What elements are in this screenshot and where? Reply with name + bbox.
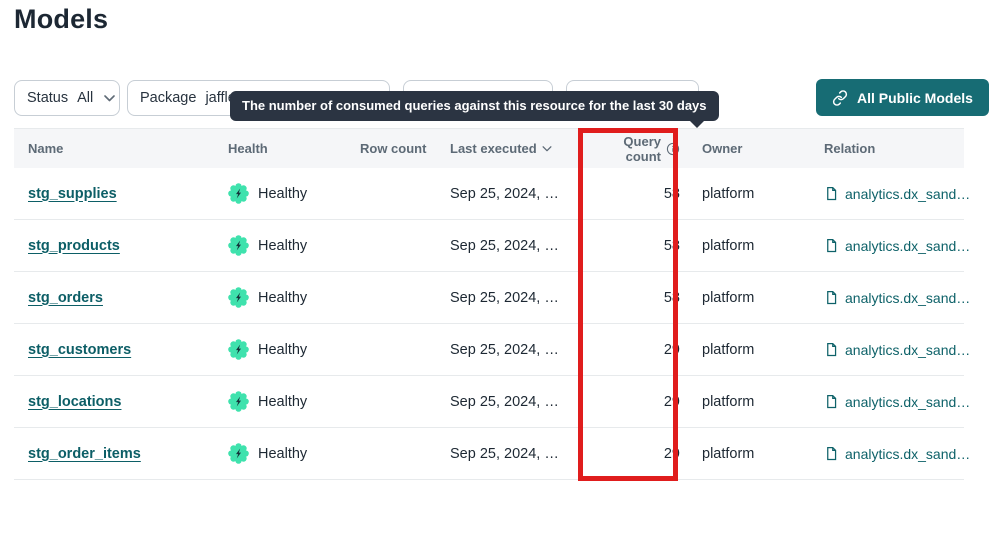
owner-cell: platform (692, 342, 814, 358)
last-executed-cell: Sep 25, 2024, … (450, 290, 559, 306)
document-icon (824, 394, 839, 409)
health-cell: Healthy (228, 287, 358, 308)
document-icon (824, 186, 839, 201)
health-cell: Healthy (228, 183, 358, 204)
query-count-cell: 29 (592, 342, 692, 358)
document-icon (824, 446, 839, 461)
relation-link[interactable]: analytics.dx_sand… (824, 394, 970, 410)
relation-link[interactable]: analytics.dx_sand… (824, 446, 970, 462)
query-count-cell: 58 (592, 290, 692, 306)
header-relation: Relation (814, 141, 964, 156)
table-row: stg_order_items Healthy Sep 25, 2024, … … (14, 428, 964, 480)
all-public-models-button[interactable]: All Public Models (816, 79, 989, 116)
health-label: Healthy (258, 342, 307, 358)
health-label: Healthy (258, 290, 307, 306)
tooltip-arrow (689, 120, 705, 128)
relation-link[interactable]: analytics.dx_sand… (824, 238, 970, 254)
relation-link[interactable]: analytics.dx_sand… (824, 290, 970, 306)
tooltip-text: The number of consumed queries against t… (242, 98, 707, 113)
health-badge-icon (228, 287, 249, 308)
health-label: Healthy (258, 446, 307, 462)
header-health: Health (228, 141, 358, 156)
health-badge-icon (228, 391, 249, 412)
table-header-row: Name Health Row count Last executed Quer… (14, 128, 964, 168)
last-executed-cell: Sep 25, 2024, … (450, 446, 559, 462)
table-row: stg_products Healthy Sep 25, 2024, … 58 … (14, 220, 964, 272)
document-icon (824, 238, 839, 253)
query-count-cell: 58 (592, 186, 692, 202)
last-executed-cell: Sep 25, 2024, … (450, 186, 559, 202)
model-link[interactable]: stg_customers (28, 342, 131, 358)
package-filter-label: Package (140, 90, 196, 106)
table-row: stg_orders Healthy Sep 25, 2024, … 58 pl… (14, 272, 964, 324)
owner-cell: platform (692, 186, 814, 202)
model-link[interactable]: stg_locations (28, 394, 121, 410)
health-label: Healthy (258, 238, 307, 254)
models-page: Models Status All Package jaffle_ All Pu… (0, 0, 989, 536)
health-label: Healthy (258, 186, 307, 202)
health-cell: Healthy (228, 391, 358, 412)
model-link[interactable]: stg_supplies (28, 186, 117, 202)
relation-link[interactable]: analytics.dx_sand… (824, 186, 970, 202)
query-count-cell: 58 (592, 238, 692, 254)
query-count-tooltip: The number of consumed queries against t… (230, 91, 719, 121)
model-link[interactable]: stg_order_items (28, 446, 141, 462)
all-public-models-label: All Public Models (857, 90, 973, 106)
owner-cell: platform (692, 394, 814, 410)
last-executed-cell: Sep 25, 2024, … (450, 394, 559, 410)
model-link[interactable]: stg_products (28, 238, 120, 254)
table-row: stg_customers Healthy Sep 25, 2024, … 29… (14, 324, 964, 376)
query-count-cell: 29 (592, 446, 692, 462)
header-last-executed[interactable]: Last executed (448, 141, 592, 156)
owner-cell: platform (692, 238, 814, 254)
document-icon (824, 290, 839, 305)
model-link[interactable]: stg_orders (28, 290, 103, 306)
info-icon[interactable] (666, 142, 680, 156)
health-cell: Healthy (228, 339, 358, 360)
health-badge-icon (228, 235, 249, 256)
header-row-count: Row count (358, 141, 448, 156)
health-cell: Healthy (228, 235, 358, 256)
status-filter-label: Status (27, 90, 68, 106)
relation-link[interactable]: analytics.dx_sand… (824, 342, 970, 358)
health-badge-icon (228, 443, 249, 464)
health-cell: Healthy (228, 443, 358, 464)
status-filter-value: All (77, 90, 93, 106)
health-label: Healthy (258, 394, 307, 410)
header-owner: Owner (692, 141, 814, 156)
header-query-count[interactable]: Query count (592, 134, 692, 164)
table-row: stg_locations Healthy Sep 25, 2024, … 29… (14, 376, 964, 428)
owner-cell: platform (692, 446, 814, 462)
sort-chevron-down-icon (542, 146, 552, 152)
owner-cell: platform (692, 290, 814, 306)
document-icon (824, 342, 839, 357)
last-executed-cell: Sep 25, 2024, … (450, 342, 559, 358)
health-badge-icon (228, 183, 249, 204)
chevron-down-icon (104, 95, 115, 102)
last-executed-cell: Sep 25, 2024, … (450, 238, 559, 254)
models-table: Name Health Row count Last executed Quer… (14, 128, 964, 480)
link-chain-icon (832, 90, 848, 106)
health-badge-icon (228, 339, 249, 360)
table-row: stg_supplies Healthy Sep 25, 2024, … 58 … (14, 168, 964, 220)
status-filter[interactable]: Status All (14, 80, 120, 116)
page-title: Models (14, 4, 108, 35)
query-count-cell: 29 (592, 394, 692, 410)
header-name: Name (14, 141, 228, 156)
